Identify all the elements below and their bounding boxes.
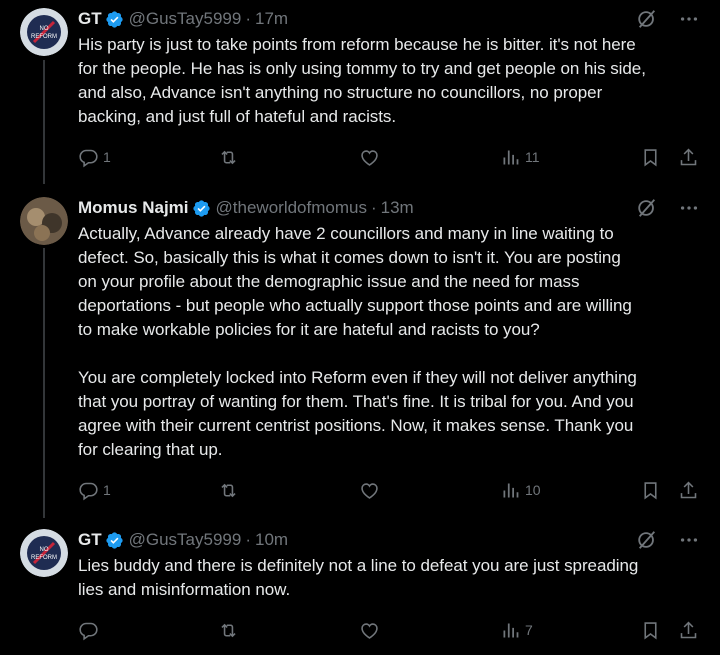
reply-button[interactable]: 1 — [78, 145, 111, 169]
views-icon — [503, 150, 519, 164]
share-icon — [680, 148, 697, 165]
repost-icon — [221, 483, 236, 497]
tweet-actions: 1 10 — [78, 478, 700, 502]
views-icon — [503, 483, 519, 497]
handle[interactable]: @GusTay5999 — [129, 8, 242, 30]
tweet-text: Lies buddy and there is definitely not a… — [78, 556, 639, 599]
bookmark-button[interactable] — [640, 145, 661, 169]
avatar[interactable]: NO REFORM — [20, 8, 68, 56]
views-button[interactable]: 10 — [500, 478, 541, 502]
grok-icon[interactable] — [636, 8, 658, 30]
tweet-actions: 7 — [78, 618, 700, 642]
thread-line — [43, 60, 45, 184]
reply-icon — [79, 622, 98, 640]
bookmark-button[interactable] — [640, 478, 661, 502]
heart-icon — [361, 622, 378, 639]
separator-dot: · — [370, 198, 377, 217]
more-options-icon[interactable] — [678, 197, 700, 219]
heart-icon — [361, 149, 378, 166]
svg-text:NO: NO — [40, 547, 49, 553]
views-count: 7 — [525, 622, 533, 638]
bookmark-button[interactable] — [640, 618, 661, 642]
views-button[interactable]: 7 — [500, 618, 533, 642]
views-button[interactable]: 11 — [500, 145, 540, 169]
reply-icon — [79, 149, 98, 167]
views-count: 11 — [525, 149, 540, 165]
handle[interactable]: @GusTay5999 — [129, 529, 242, 551]
verified-badge-icon — [105, 531, 123, 549]
repost-button[interactable] — [218, 145, 239, 169]
verified-badge-icon — [105, 10, 123, 28]
reply-count: 1 — [103, 482, 111, 498]
display-name[interactable]: GT — [78, 8, 102, 30]
verified-badge-icon — [192, 199, 210, 217]
share-button[interactable] — [678, 145, 699, 169]
tweet-text: Actually, Advance already have 2 council… — [78, 224, 637, 459]
share-icon — [680, 621, 697, 638]
display-name[interactable]: GT — [78, 529, 102, 551]
tweet-header: GT @GusTay5999 · 10m — [78, 529, 700, 551]
separator-dot: · — [245, 530, 251, 549]
repost-icon — [221, 623, 236, 637]
tweet-header: Momus Najmi @theworldofmomus · 13m — [78, 197, 700, 219]
bookmark-icon — [644, 148, 657, 167]
like-button[interactable] — [359, 478, 380, 502]
avatar[interactable]: NO REFORM — [20, 529, 68, 577]
tweet-text: His party is just to take points from re… — [78, 35, 646, 126]
reply-count: 1 — [103, 149, 111, 165]
svg-text:REFORM: REFORM — [31, 34, 57, 40]
timestamp[interactable]: 17m — [255, 8, 288, 30]
like-button[interactable] — [359, 145, 380, 169]
grok-icon[interactable] — [636, 197, 658, 219]
repost-icon — [221, 150, 236, 164]
timestamp[interactable]: 10m — [255, 529, 288, 551]
share-button[interactable] — [678, 478, 699, 502]
svg-text:REFORM: REFORM — [31, 555, 57, 561]
timestamp[interactable]: 13m — [381, 197, 414, 219]
svg-text:NO: NO — [40, 26, 49, 32]
heart-icon — [361, 482, 378, 499]
tweet-header: GT @GusTay5999 · 17m — [78, 8, 700, 30]
tweet-actions: 1 11 — [78, 145, 700, 169]
reply-button[interactable] — [78, 618, 99, 642]
avatar[interactable] — [20, 197, 68, 245]
handle[interactable]: @theworldofmomus — [216, 197, 367, 219]
share-icon — [680, 481, 697, 498]
more-options-icon[interactable] — [678, 529, 700, 551]
bookmark-icon — [644, 481, 657, 500]
bookmark-icon — [644, 621, 657, 640]
views-icon — [503, 623, 519, 637]
repost-button[interactable] — [218, 478, 239, 502]
views-count: 10 — [525, 482, 541, 498]
reply-button[interactable]: 1 — [78, 478, 111, 502]
repost-button[interactable] — [218, 618, 239, 642]
like-button[interactable] — [359, 618, 380, 642]
display-name[interactable]: Momus Najmi — [78, 197, 189, 219]
reply-icon — [79, 482, 98, 500]
separator-dot: · — [245, 9, 251, 28]
more-options-icon[interactable] — [678, 8, 700, 30]
share-button[interactable] — [678, 618, 699, 642]
grok-icon[interactable] — [636, 529, 658, 551]
thread-line — [43, 248, 45, 518]
